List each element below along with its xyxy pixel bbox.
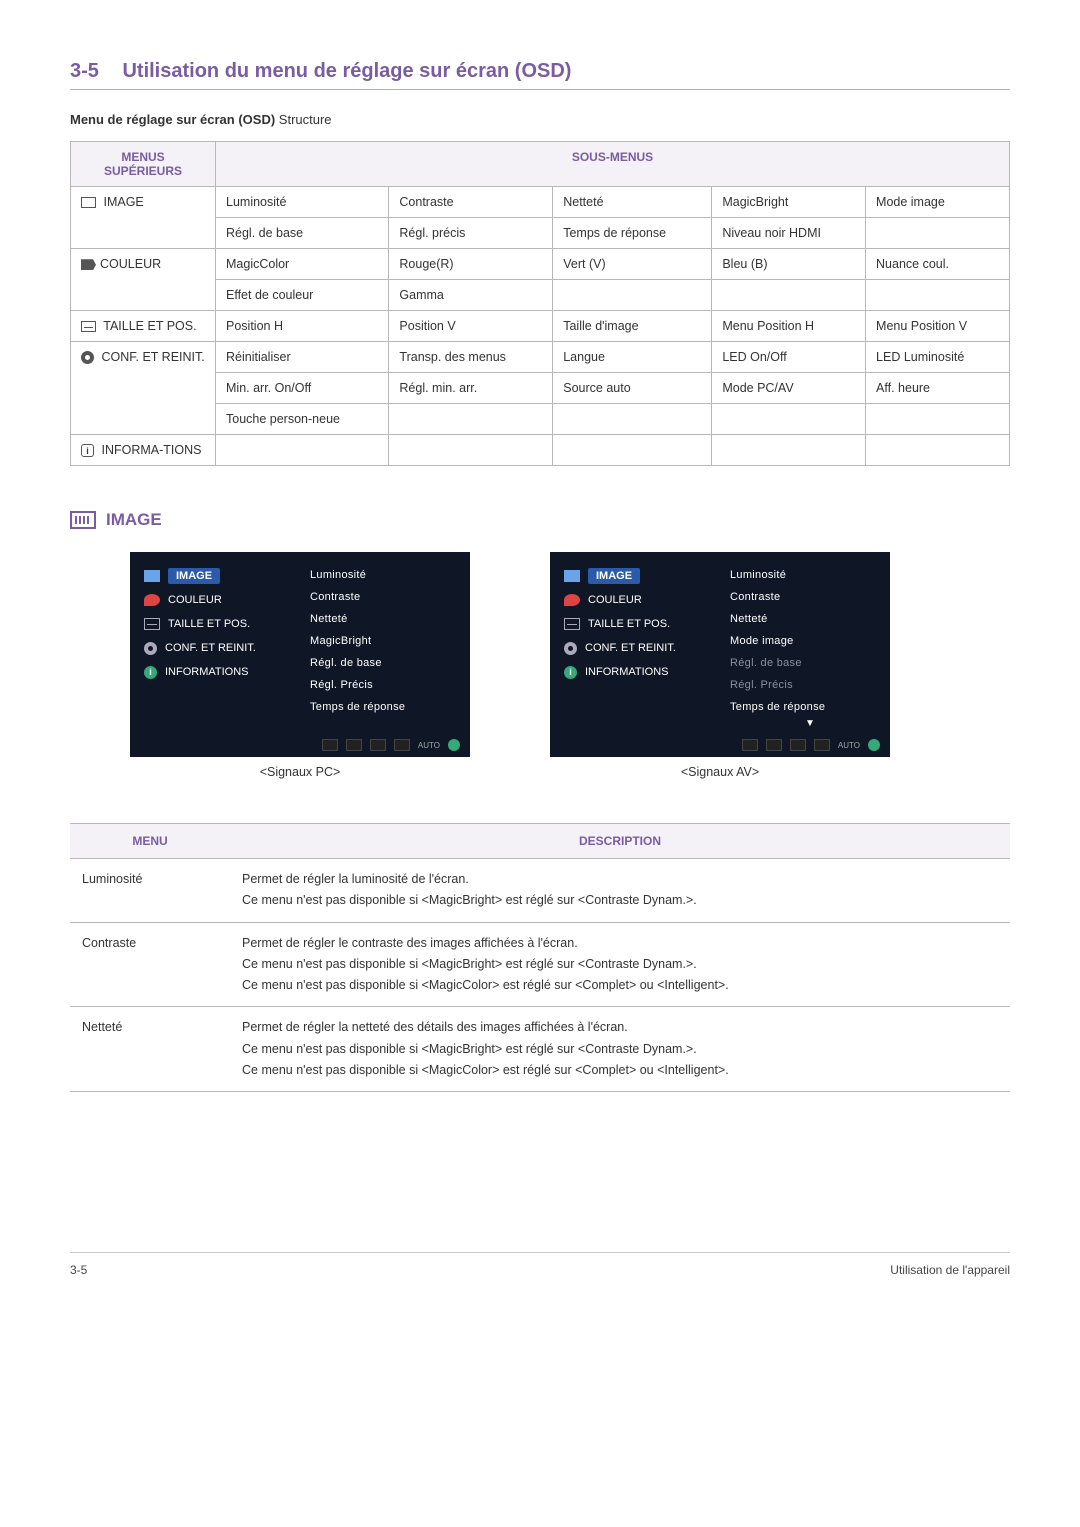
footer-left: 3-5 — [70, 1263, 87, 1277]
page-footer: 3-5 Utilisation de l'appareil — [70, 1252, 1010, 1277]
monitor-icon — [144, 570, 160, 582]
nav-icon — [394, 739, 410, 751]
monitor-icon — [70, 511, 96, 529]
section-title: 3-5 Utilisation du menu de réglage sur é… — [70, 60, 1010, 90]
table-row: Luminosité Permet de régler la luminosit… — [70, 859, 1010, 923]
info-icon: i — [564, 666, 577, 679]
table-row: Contraste Permet de régler le contraste … — [70, 922, 1010, 1007]
power-icon — [448, 739, 460, 751]
info-icon: i — [144, 666, 157, 679]
table-row: CONF. ET REINIT. Réinitialiser Transp. d… — [71, 342, 1010, 373]
section-number: 3-5 — [70, 60, 99, 82]
footer-right: Utilisation de l'appareil — [890, 1263, 1010, 1277]
menu-image-cell: IMAGE — [71, 187, 216, 249]
gear-icon — [144, 642, 157, 655]
nav-icon — [790, 739, 806, 751]
table-row: COULEUR MagicColor Rouge(R) Vert (V) Ble… — [71, 249, 1010, 280]
monitor-icon — [564, 570, 580, 582]
desc-th-description: DESCRIPTION — [230, 824, 1010, 859]
monitor-icon — [81, 197, 96, 208]
nav-icon — [766, 739, 782, 751]
table-row: Netteté Permet de régler la netteté des … — [70, 1007, 1010, 1092]
struct-th-top: MENUS SUPÉRIEURS — [71, 142, 216, 187]
osd-pc-wrap: IMAGE COULEUR TAILLE ET POS. CONF. ET RE… — [130, 552, 470, 779]
osd-av-wrap: IMAGE COULEUR TAILLE ET POS. CONF. ET RE… — [550, 552, 890, 779]
osd-structure-table: MENUS SUPÉRIEURS SOUS-MENUS IMAGE Lumino… — [70, 141, 1010, 466]
struct-th-sub: SOUS-MENUS — [216, 142, 1010, 187]
structure-subheading: Menu de réglage sur écran (OSD) Structur… — [70, 112, 1010, 127]
nav-icon — [346, 739, 362, 751]
osd-screenshots: IMAGE COULEUR TAILLE ET POS. CONF. ET RE… — [130, 552, 970, 779]
info-icon: i — [81, 444, 94, 457]
size-icon — [564, 618, 580, 630]
caption-av: <Signaux AV> — [550, 765, 890, 779]
menu-conf-cell: CONF. ET REINIT. — [71, 342, 216, 435]
osd-footer: AUTO — [322, 739, 460, 751]
menu-color-cell: COULEUR — [71, 249, 216, 311]
image-section-heading: IMAGE — [70, 510, 1010, 530]
palette-icon — [564, 594, 580, 606]
page: 3-5 Utilisation du menu de réglage sur é… — [0, 0, 1080, 1317]
menu-info-cell: i INFORMA-TIONS — [71, 435, 216, 466]
palette-icon — [81, 259, 96, 270]
palette-icon — [144, 594, 160, 606]
nav-icon — [814, 739, 830, 751]
chevron-down-icon: ▼ — [730, 718, 890, 729]
table-row: i INFORMA-TIONS — [71, 435, 1010, 466]
menu-size-cell: TAILLE ET POS. — [71, 311, 216, 342]
nav-icon — [742, 739, 758, 751]
power-icon — [868, 739, 880, 751]
osd-footer: AUTO — [742, 739, 880, 751]
osd-av-sublist: Luminosité Contraste Netteté Mode image … — [720, 564, 890, 729]
osd-av: IMAGE COULEUR TAILLE ET POS. CONF. ET RE… — [550, 552, 890, 757]
gear-icon — [564, 642, 577, 655]
size-icon — [81, 321, 96, 332]
osd-pc-sublist: Luminosité Contraste Netteté MagicBright… — [300, 564, 470, 718]
section-heading: Utilisation du menu de réglage sur écran… — [122, 60, 571, 82]
caption-pc: <Signaux PC> — [130, 765, 470, 779]
description-table: MENU DESCRIPTION Luminosité Permet de ré… — [70, 823, 1010, 1092]
desc-th-menu: MENU — [70, 824, 230, 859]
table-row: TAILLE ET POS. Position H Position V Tai… — [71, 311, 1010, 342]
subheading-rest: Structure — [275, 112, 331, 127]
osd-pc: IMAGE COULEUR TAILLE ET POS. CONF. ET RE… — [130, 552, 470, 757]
nav-icon — [322, 739, 338, 751]
subheading-bold: Menu de réglage sur écran (OSD) — [70, 112, 275, 127]
table-row: IMAGE Luminosité Contraste Netteté Magic… — [71, 187, 1010, 218]
gear-icon — [81, 351, 94, 364]
nav-icon — [370, 739, 386, 751]
size-icon — [144, 618, 160, 630]
